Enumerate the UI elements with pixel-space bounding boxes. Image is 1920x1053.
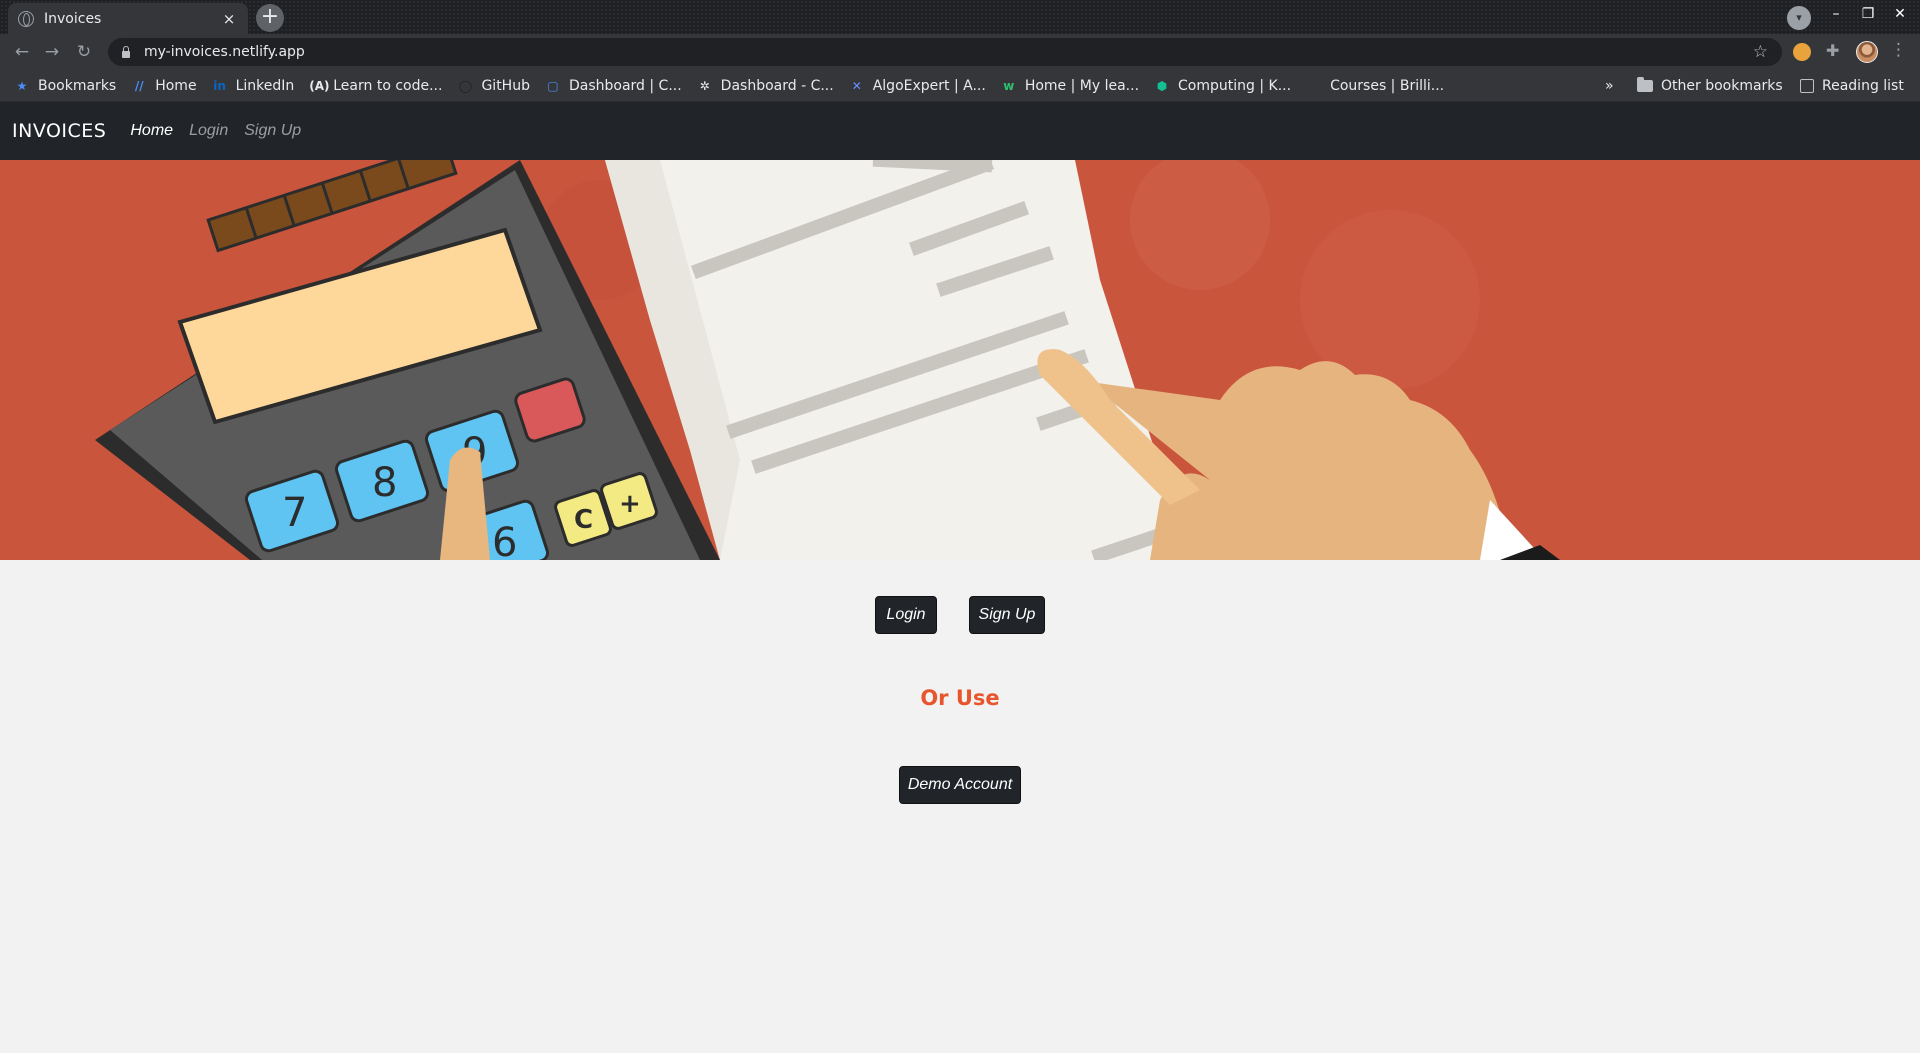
- bookmark-label: GitHub: [481, 77, 530, 94]
- bookmark-label: Home: [155, 77, 197, 94]
- brilliant-icon: [1306, 78, 1322, 94]
- address-bar[interactable]: my-invoices.netlify.app ☆: [108, 38, 1782, 66]
- bookmark-star-icon[interactable]: ☆: [1753, 42, 1768, 62]
- bookmark-label: Home | My lea...: [1024, 77, 1140, 94]
- calc-key-plus: +: [619, 489, 641, 519]
- star-icon: ★: [16, 78, 28, 93]
- signup-button[interactable]: Sign Up: [969, 596, 1045, 634]
- bookmark-item[interactable]: w Home | My lea...: [1001, 78, 1139, 94]
- bookmark-item[interactable]: ★ Bookmarks: [14, 77, 117, 94]
- other-bookmarks-folder[interactable]: Other bookmarks: [1637, 70, 1783, 102]
- calc-key-6: 6: [492, 520, 517, 560]
- nav-login[interactable]: Login: [189, 122, 228, 140]
- tab-invoices[interactable]: Invoices ×: [8, 3, 248, 34]
- nav-home[interactable]: Home: [130, 122, 173, 140]
- calculator-invoice-illustration: 7 8 9 6 C +: [0, 160, 1920, 560]
- bookmark-item[interactable]: // Home: [131, 77, 197, 94]
- bookmark-label: Bookmarks: [38, 77, 117, 94]
- folder-icon: [1637, 77, 1653, 92]
- bookmark-item[interactable]: (A) Learn to code...: [309, 78, 442, 94]
- bookmark-item[interactable]: ✕ AlgoExpert | A...: [849, 78, 986, 94]
- or-use-heading: Or Use: [920, 686, 1000, 710]
- browser-toolbar: ← → ↻ my-invoices.netlify.app ☆ ✚ ⋮: [0, 34, 1920, 70]
- tab-search-icon[interactable]: ▾: [1787, 6, 1811, 30]
- tab-strip: Invoices × + ▾ – ❐ ✕: [0, 0, 1920, 34]
- bookmark-item[interactable]: ✲ Dashboard - C...: [697, 78, 834, 94]
- bookmark-label: Dashboard | C...: [568, 77, 682, 94]
- bookmark-item[interactable]: in LinkedIn: [212, 77, 295, 94]
- bookmark-label: AlgoExpert | A...: [872, 77, 986, 94]
- extensions-puzzle-icon[interactable]: ✚: [1826, 41, 1844, 60]
- linkedin-icon: in: [213, 78, 226, 93]
- tab-title: Invoices: [44, 10, 102, 27]
- cookie-extension-icon[interactable]: [1793, 43, 1811, 61]
- bookmark-label: Computing | K...: [1178, 77, 1292, 94]
- minimize-icon[interactable]: –: [1826, 6, 1846, 22]
- reload-icon[interactable]: ↻: [72, 40, 96, 64]
- new-tab-button[interactable]: +: [256, 4, 284, 32]
- algoexpert-icon: ✕: [851, 78, 862, 93]
- url-text[interactable]: my-invoices.netlify.app: [144, 44, 305, 60]
- tab-close-icon[interactable]: ×: [220, 10, 238, 28]
- bookmark-label: LinkedIn: [235, 77, 295, 94]
- bookmark-item[interactable]: ▢ Dashboard | C...: [545, 77, 682, 94]
- calc-key-8: 8: [372, 460, 397, 506]
- freecodecamp-icon: (A): [309, 78, 330, 93]
- bookmarks-bar: ★ Bookmarks // Home in LinkedIn (A) Learn to co…: [0, 70, 1920, 102]
- calc-key-c: C: [574, 505, 593, 535]
- hero-banner: 7 8 9 6 C +: [0, 160, 1920, 560]
- github-icon: ◯: [458, 78, 473, 93]
- nav-signup[interactable]: Sign Up: [244, 122, 301, 140]
- bookmark-label: Learn to code...: [333, 77, 443, 94]
- bookmarks-overflow-icon[interactable]: »: [1605, 70, 1614, 102]
- back-icon[interactable]: ←: [10, 40, 34, 64]
- bookmark-item[interactable]: ⬢ Computing | K...: [1154, 78, 1291, 94]
- demo-account-button[interactable]: Demo Account: [899, 766, 1021, 804]
- bookmark-label: Courses | Brilli...: [1330, 77, 1445, 94]
- globe-icon: [18, 10, 34, 27]
- reading-list[interactable]: Reading list: [1800, 70, 1904, 102]
- calc-key-7: 7: [282, 490, 307, 536]
- login-button[interactable]: Login: [875, 596, 937, 634]
- brand-logo[interactable]: INVOICES: [12, 120, 106, 142]
- lock-icon[interactable]: [122, 45, 130, 58]
- dashboard-icon: ▢: [547, 78, 559, 93]
- bookmark-item[interactable]: Courses | Brilli...: [1306, 78, 1444, 94]
- codewars-icon: ✲: [699, 78, 710, 93]
- forward-icon[interactable]: →: [40, 40, 64, 64]
- wiki-icon: w: [1003, 78, 1015, 93]
- app-navbar: INVOICES Home Login Sign Up: [0, 102, 1920, 160]
- other-bookmarks-label: Other bookmarks: [1661, 78, 1783, 94]
- slash-logo-icon: //: [134, 78, 144, 93]
- bookmark-label: Dashboard - C...: [720, 77, 834, 94]
- window-close-icon[interactable]: ✕: [1890, 6, 1910, 22]
- reading-list-icon: [1800, 79, 1814, 93]
- reading-list-label: Reading list: [1822, 78, 1904, 94]
- browser-menu-icon[interactable]: ⋮: [1890, 40, 1908, 60]
- khan-icon: ⬢: [1156, 78, 1168, 93]
- profile-avatar[interactable]: [1856, 41, 1878, 63]
- restore-icon[interactable]: ❐: [1858, 6, 1878, 22]
- bookmark-item[interactable]: ◯ GitHub: [457, 78, 530, 94]
